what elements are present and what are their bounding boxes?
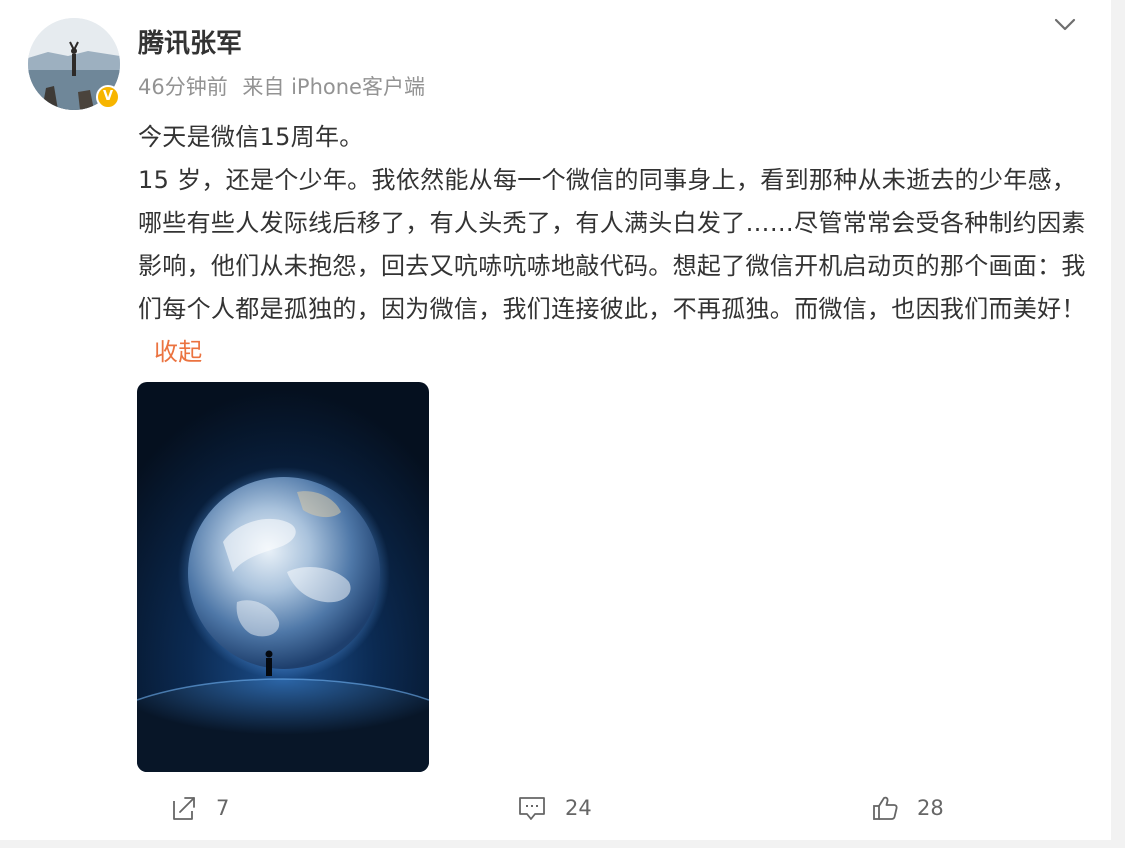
post-meta: 46分钟前 来自 iPhone客户端 xyxy=(138,70,425,104)
comment-count: 24 xyxy=(565,796,592,820)
more-menu-button[interactable] xyxy=(1048,10,1082,40)
collapse-link[interactable]: 收起 xyxy=(154,338,203,366)
author-name[interactable]: 腾讯张军 xyxy=(138,24,242,64)
post-content: 今天是微信15周年。 15 岁，还是个少年。我依然能从每一个微信的同事身上，看到… xyxy=(138,116,1088,374)
share-count: 7 xyxy=(216,796,230,820)
weibo-post-card: V 腾讯张军 46分钟前 来自 iPhone客户端 今天是微信15周年。 15 … xyxy=(0,0,1111,840)
comment-button[interactable]: 24 xyxy=(517,790,592,826)
share-icon xyxy=(170,794,198,822)
comment-icon xyxy=(517,794,547,822)
post-source: 来自 iPhone客户端 xyxy=(242,75,425,99)
post-image[interactable] xyxy=(137,382,429,772)
verified-badge-icon: V xyxy=(96,85,120,109)
post-time[interactable]: 46分钟前 xyxy=(138,75,228,99)
like-count: 28 xyxy=(917,796,944,820)
post-content-body: 15 岁，还是个少年。我依然能从每一个微信的同事身上，看到那种从未逝去的少年感，… xyxy=(138,159,1088,374)
like-button[interactable]: 28 xyxy=(871,790,944,826)
chevron-down-icon xyxy=(1054,18,1076,31)
thumbs-up-icon xyxy=(871,794,899,822)
post-content-line1: 今天是微信15周年。 xyxy=(138,123,364,151)
post-content-body-text: 15 岁，还是个少年。我依然能从每一个微信的同事身上，看到那种从未逝去的少年感，… xyxy=(138,166,1086,323)
earth-from-space-image xyxy=(137,382,429,772)
share-button[interactable]: 7 xyxy=(170,790,229,826)
